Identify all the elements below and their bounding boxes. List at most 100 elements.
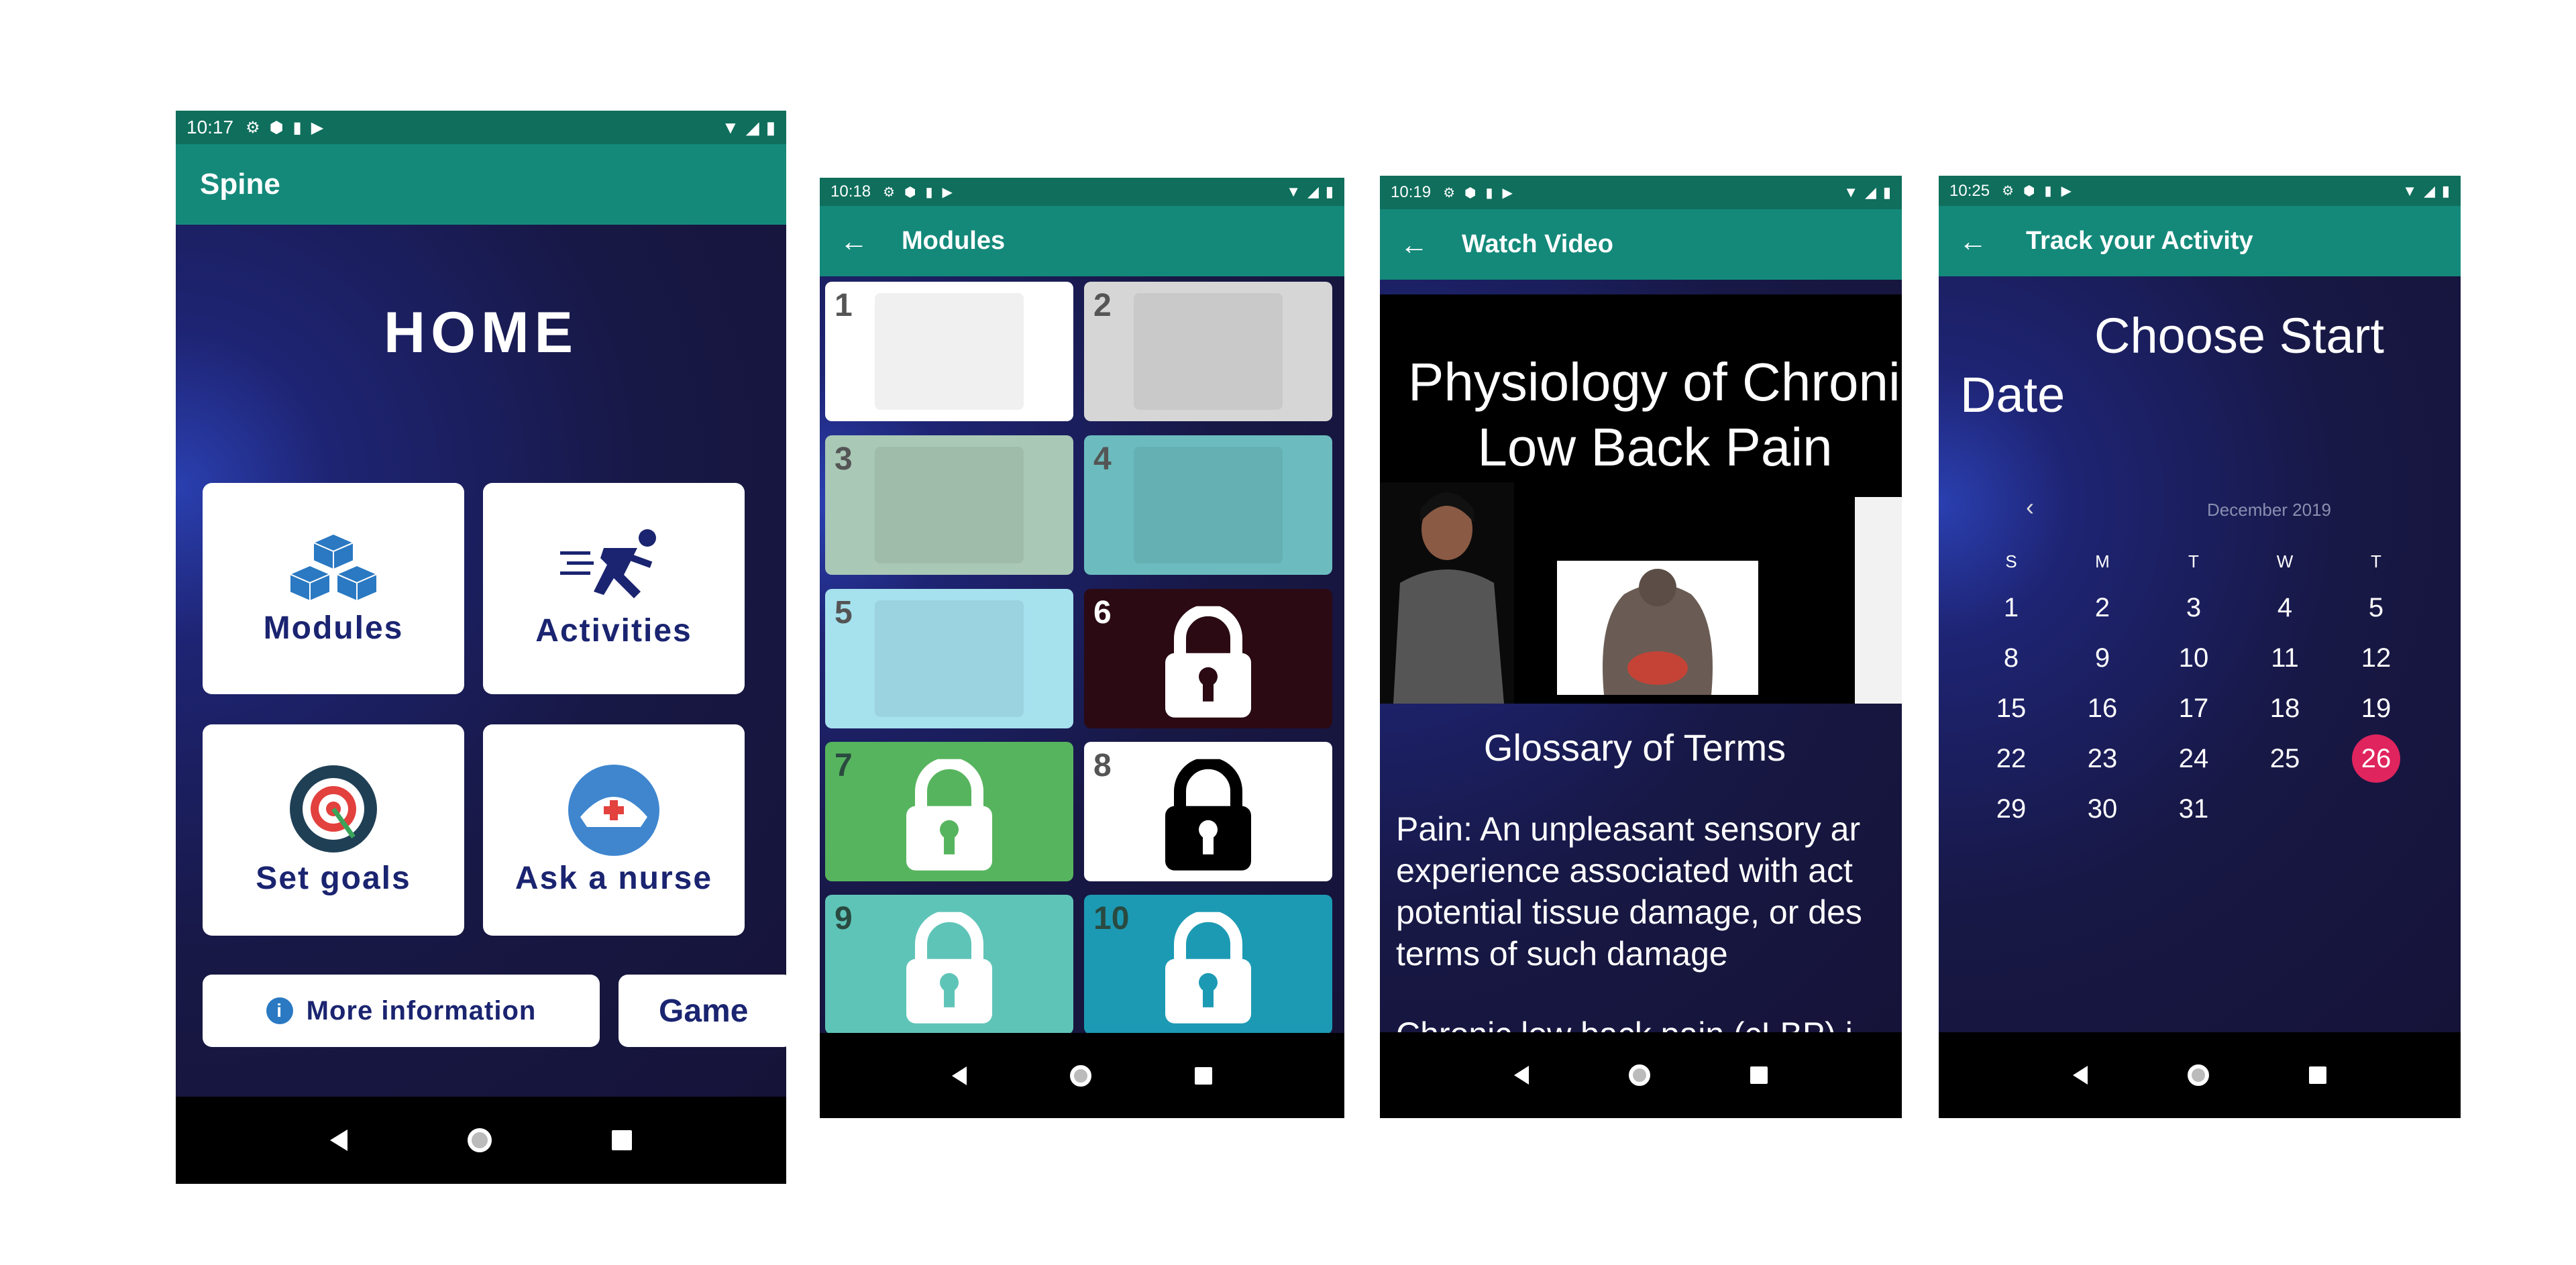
navigation-bar (820, 1033, 1344, 1118)
calendar-header: ‹ December 2019 (1966, 488, 2435, 528)
signal-icon: ◢ (2423, 182, 2435, 199)
status-time: 10:18 (830, 182, 871, 201)
calendar-day-label: 17 (2178, 694, 2209, 723)
calendar-day-label: 24 (2178, 744, 2209, 773)
calendar-day[interactable]: 16 (2057, 683, 2148, 734)
calendar-day[interactable]: 9 (2057, 633, 2148, 683)
page-title: HOME (384, 300, 578, 365)
recent-apps-icon[interactable] (612, 1130, 633, 1150)
calendar-day[interactable]: 18 (2239, 683, 2330, 734)
back-icon[interactable] (2072, 1066, 2088, 1085)
activity-screen: Choose Start Date ‹ December 2019 SMTWT … (1939, 276, 2461, 1033)
module-tile-1[interactable]: 1 (825, 282, 1073, 421)
module-tile-6[interactable]: 6 (1084, 589, 1332, 728)
home-icon[interactable] (2187, 1064, 2209, 1086)
calendar-day-label: 11 (2271, 643, 2299, 673)
home-icon[interactable] (467, 1128, 492, 1152)
back-arrow-icon[interactable]: ← (840, 225, 868, 258)
canvas: 10:17 ⚙ ⬢ ▮ ▶ ▼ ◢ ▮ Spine HOME Modules A… (0, 0, 2576, 1265)
calendar-day[interactable]: 11 (2239, 633, 2330, 683)
calendar-day-label: 15 (1996, 694, 2027, 723)
calendar-week: 22 23 24 25 26 (1966, 734, 2435, 784)
module-number: 6 (1093, 595, 1112, 630)
back-arrow-icon[interactable]: ← (1400, 229, 1428, 261)
calendar-week: 8 9 10 11 12 (1966, 633, 2435, 683)
back-icon[interactable] (329, 1130, 347, 1151)
play-icon: ▶ (311, 118, 324, 137)
activities-card[interactable]: Activities (483, 483, 745, 694)
calendar-day[interactable]: 22 (1966, 734, 2057, 784)
signal-icon: ◢ (745, 117, 759, 138)
calendar-day[interactable]: 15 (1966, 683, 2057, 734)
calendar-day[interactable]: 4 (2239, 583, 2330, 633)
recent-apps-icon[interactable] (2309, 1066, 2327, 1084)
calendar-day[interactable]: 24 (2148, 734, 2239, 784)
screen-title: Watch Video (1462, 230, 1613, 258)
shield-icon: ⬢ (2023, 184, 2035, 199)
calendar-day[interactable]: 3 (2148, 583, 2239, 633)
heading-line2: Date (1960, 367, 2065, 423)
calendar-day[interactable]: 12 (2330, 633, 2422, 683)
module-tile-5[interactable]: 5 (825, 589, 1073, 728)
modules-card[interactable]: Modules (203, 483, 464, 694)
calendar-day[interactable]: 30 (2057, 784, 2148, 834)
heading-line1: Choose Start (2094, 308, 2384, 364)
calendar-day[interactable]: 25 (2239, 734, 2330, 784)
shield-icon: ⬢ (1464, 185, 1477, 201)
calendar-day[interactable]: 2 (2057, 583, 2148, 633)
video-player[interactable]: Physiology of Chronic Low Back Pain (1380, 294, 1902, 704)
wifi-icon: ▼ (2402, 182, 2417, 199)
calendar-day[interactable]: 19 (2330, 683, 2422, 734)
recent-apps-icon[interactable] (1195, 1066, 1212, 1085)
prev-month-icon[interactable]: ‹ (2026, 493, 2034, 521)
module-illustration (875, 600, 1024, 718)
home-phone: 10:17 ⚙ ⬢ ▮ ▶ ▼ ◢ ▮ Spine HOME Modules A… (176, 111, 786, 1184)
sd-card-icon: ▮ (2044, 184, 2052, 199)
calendar-day-label: 1 (2003, 593, 2019, 622)
partial-slide-image (1855, 497, 1902, 704)
module-number: 2 (1093, 288, 1112, 323)
calendar-day[interactable]: 29 (1966, 784, 2057, 834)
navigation-bar (176, 1097, 786, 1184)
module-tile-4[interactable]: 4 (1084, 435, 1332, 575)
calendar-day-label: 25 (2269, 744, 2300, 773)
home-icon[interactable] (1628, 1064, 1650, 1086)
calendar-day[interactable]: 10 (2148, 633, 2239, 683)
module-tile-3[interactable]: 3 (825, 435, 1073, 575)
status-right: ▼ ◢ ▮ (722, 117, 775, 138)
calendar-day-selected[interactable]: 26 (2330, 734, 2422, 784)
module-number: 3 (835, 441, 853, 477)
recent-apps-icon[interactable] (1750, 1066, 1768, 1084)
back-pain-image (1557, 561, 1758, 695)
glossary-line: potential tissue damage, or des (1396, 893, 1862, 931)
back-arrow-icon[interactable]: ← (1959, 225, 1987, 258)
more-information-button[interactable]: i More information (203, 975, 600, 1047)
play-icon: ▶ (2061, 184, 2072, 199)
calendar-day[interactable]: 5 (2330, 583, 2422, 633)
home-icon[interactable] (1070, 1064, 1091, 1087)
module-tile-2[interactable]: 2 (1084, 282, 1332, 421)
navigation-bar (1939, 1032, 2461, 1118)
game-button[interactable]: Game (619, 975, 786, 1047)
status-bar: 10:17 ⚙ ⬢ ▮ ▶ ▼ ◢ ▮ (176, 111, 786, 144)
app-title: Spine (200, 168, 280, 201)
calendar-day[interactable]: 8 (1966, 633, 2057, 683)
sd-card-icon: ▮ (292, 118, 302, 137)
info-icon: i (266, 997, 293, 1024)
module-tile-8[interactable]: 8 (1084, 742, 1332, 881)
calendar-day-label: 16 (2087, 694, 2118, 723)
back-icon[interactable] (1513, 1066, 1529, 1085)
set-goals-card[interactable]: Set goals (203, 724, 464, 936)
calendar-day[interactable]: 1 (1966, 583, 2057, 633)
back-icon[interactable] (952, 1066, 967, 1085)
module-tile-10[interactable]: 10 (1084, 895, 1332, 1033)
calendar-day[interactable]: 31 (2148, 784, 2239, 834)
module-number: 5 (835, 595, 853, 630)
calendar-day[interactable]: 17 (2148, 683, 2239, 734)
signal-icon: ◢ (1307, 183, 1319, 200)
glossary-heading: Glossary of Terms (1483, 726, 1786, 769)
module-tile-7[interactable]: 7 (825, 742, 1073, 881)
calendar-day[interactable]: 23 (2057, 734, 2148, 784)
ask-nurse-card[interactable]: Ask a nurse (483, 724, 745, 936)
module-tile-9[interactable]: 9 (825, 895, 1073, 1033)
